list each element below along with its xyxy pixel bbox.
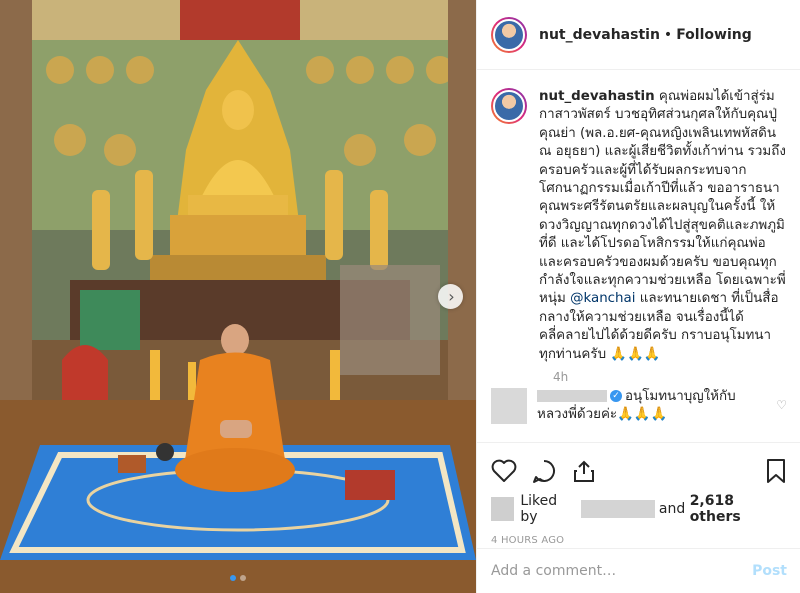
liked-and-label: and xyxy=(658,501,686,517)
post-comment-button[interactable]: Post xyxy=(752,563,787,579)
like-heart-icon[interactable] xyxy=(491,451,531,491)
temple-scene-image xyxy=(0,0,476,593)
comment-body: ✓ อนุโมทนาบุญให้กับหลวงพี่ด้วยค่ะ🙏🙏🙏 xyxy=(537,388,747,424)
likes-count-link[interactable]: 2,618 others xyxy=(690,493,787,525)
add-comment-bar: Post xyxy=(477,548,800,593)
action-icons-row xyxy=(491,451,787,491)
caption-avatar[interactable] xyxy=(491,88,527,124)
post-header: nut_devahastin • Following xyxy=(477,0,800,70)
caption-text: nut_devahastin คุณพ่อผมได้เข้าสู่ร่มกาสา… xyxy=(539,88,787,364)
caption-mention-link[interactable]: @kanchai xyxy=(570,291,635,306)
comment-item: ✓ อนุโมทนาบุญให้กับหลวงพี่ด้วยค่ะ🙏🙏🙏 ♡ xyxy=(491,388,787,424)
liker-username-redacted[interactable] xyxy=(581,500,655,518)
post-photo[interactable]: › xyxy=(0,0,476,593)
carousel-next-button[interactable]: › xyxy=(438,284,463,309)
post-timestamp[interactable]: 4 HOURS AGO xyxy=(491,535,787,546)
post-side-panel: nut_devahastin • Following nut_devahasti… xyxy=(476,0,800,593)
follow-status-button[interactable]: Following xyxy=(676,27,752,43)
author-avatar[interactable] xyxy=(491,16,527,53)
carousel-dot-active xyxy=(230,575,236,581)
liked-by-label: Liked by xyxy=(520,493,558,525)
bookmark-icon[interactable] xyxy=(747,451,787,491)
comments-area: nut_devahastin คุณพ่อผมได้เข้าสู่ร่มกาสา… xyxy=(477,70,800,442)
post-actions: Liked by and 2,618 others 4 HOURS AGO xyxy=(477,442,800,546)
caption-body-1: คุณพ่อผมได้เข้าสู่ร่มกาสาวพัสตร์ บวชอุทิ… xyxy=(539,89,786,307)
caption-timestamp[interactable]: 4h xyxy=(553,370,787,384)
likes-summary: Liked by and 2,618 others xyxy=(491,493,787,525)
comment-bubble-icon[interactable] xyxy=(531,451,571,491)
caption-username[interactable]: nut_devahastin xyxy=(539,89,655,104)
carousel-indicator xyxy=(0,575,476,581)
author-username[interactable]: nut_devahastin xyxy=(539,27,660,43)
commenter-avatar[interactable] xyxy=(491,388,527,424)
comment-input[interactable] xyxy=(491,563,753,579)
carousel-dot xyxy=(240,575,246,581)
comment-like-heart-icon[interactable]: ♡ xyxy=(776,398,787,412)
verified-badge-icon: ✓ xyxy=(610,390,622,402)
commenter-username-redacted[interactable] xyxy=(537,390,607,402)
header-separator: • xyxy=(663,26,673,43)
liker-avatar[interactable] xyxy=(491,497,515,521)
caption: nut_devahastin คุณพ่อผมได้เข้าสู่ร่มกาสา… xyxy=(491,88,787,364)
share-icon[interactable] xyxy=(571,451,611,491)
chevron-right-icon: › xyxy=(448,286,455,306)
